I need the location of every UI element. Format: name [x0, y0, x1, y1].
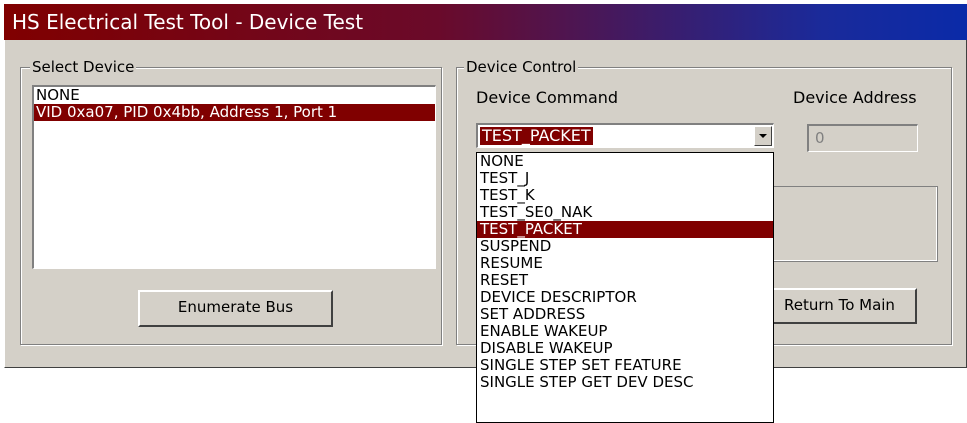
select-device-legend: Select Device: [30, 58, 137, 76]
window-title: HS Electrical Test Tool - Device Test: [4, 4, 967, 40]
dropdown-option[interactable]: RESET: [477, 272, 773, 289]
dropdown-option[interactable]: DISABLE WAKEUP: [477, 340, 773, 357]
dropdown-option[interactable]: RESUME: [477, 255, 773, 272]
dropdown-option[interactable]: SINGLE STEP SET FEATURE: [477, 357, 773, 374]
device-command-dropdown[interactable]: NONE TEST_J TEST_K TEST_SE0_NAK TEST_PACKET S…: [476, 152, 774, 423]
device-control-legend: Device Control: [464, 58, 579, 76]
dropdown-option[interactable]: SET ADDRESS: [477, 306, 773, 323]
dropdown-option[interactable]: TEST_SE0_NAK: [477, 204, 773, 221]
status-box: [770, 186, 938, 262]
list-item[interactable]: VID 0xa07, PID 0x4bb, Address 1, Port 1: [34, 104, 435, 121]
dropdown-option[interactable]: TEST_J: [477, 170, 773, 187]
dropdown-option[interactable]: ENABLE WAKEUP: [477, 323, 773, 340]
dropdown-option[interactable]: TEST_K: [477, 187, 773, 204]
dropdown-option[interactable]: SUSPEND: [477, 238, 773, 255]
dropdown-option[interactable]: DEVICE DESCRIPTOR: [477, 289, 773, 306]
device-address-label: Device Address: [793, 88, 917, 107]
return-to-main-button[interactable]: Return To Main: [762, 288, 917, 324]
chevron-down-icon[interactable]: [754, 126, 772, 146]
device-command-combobox[interactable]: TEST_PACKET: [476, 123, 774, 148]
enumerate-bus-button[interactable]: Enumerate Bus: [138, 290, 333, 327]
device-command-value: TEST_PACKET: [480, 126, 593, 145]
device-command-label: Device Command: [476, 88, 619, 107]
list-item[interactable]: NONE: [34, 87, 435, 104]
device-address-field: 0: [807, 124, 918, 152]
dropdown-option[interactable]: TEST_PACKET: [477, 221, 773, 238]
dropdown-option[interactable]: NONE: [477, 153, 773, 170]
dropdown-option[interactable]: SINGLE STEP GET DEV DESC: [477, 374, 773, 391]
device-list[interactable]: NONE VID 0xa07, PID 0x4bb, Address 1, Por…: [32, 85, 436, 269]
